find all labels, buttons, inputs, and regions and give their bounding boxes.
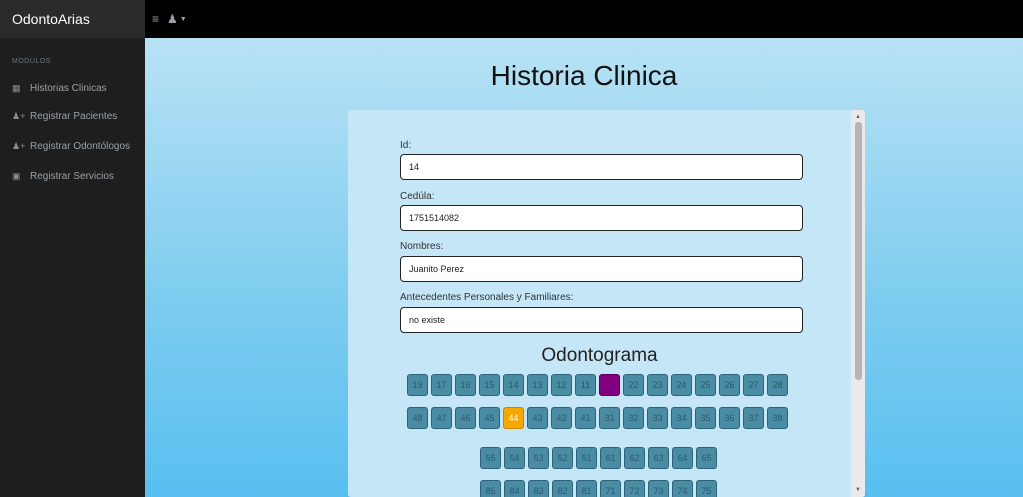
clipboard-icon: ▣ (12, 171, 21, 181)
tooth-55[interactable]: 55 (480, 447, 501, 469)
sidebar-item-historias-clinicas[interactable]: ▦ Historias Clinicas (12, 83, 107, 94)
antecedentes-field[interactable] (400, 307, 803, 333)
tooth-28[interactable]: 28 (767, 374, 788, 396)
tooth-41[interactable]: 41 (575, 407, 596, 429)
sidebar-item-registrar-servicios[interactable]: ▣ Registrar Servicios (12, 171, 114, 182)
tooth-22[interactable]: 22 (623, 374, 644, 396)
brand-logo[interactable]: OdontoArias (0, 0, 145, 38)
sidebar-item-label: Registrar Pacientes (30, 111, 118, 122)
tooth-26[interactable]: 26 (719, 374, 740, 396)
nombres-field[interactable] (400, 256, 803, 282)
antecedentes-label: Antecedentes Personales y Familiares: (400, 292, 574, 303)
tooth-33[interactable]: 33 (647, 407, 668, 429)
tooth-43[interactable]: 43 (527, 407, 548, 429)
tooth-27[interactable]: 27 (743, 374, 764, 396)
tooth-74[interactable]: 74 (672, 480, 693, 497)
top-navbar: OdontoArias ≡ ♟ ▼ (0, 0, 1023, 38)
tooth-42[interactable]: 42 (551, 407, 572, 429)
sidebar-item-label: Registrar Servicios (30, 171, 114, 182)
sidebar: MODULOS ▦ Historias Clinicas ♟+ Registra… (0, 38, 145, 497)
main-content: Historia Clinica Id: Cedúla: Nombres: An… (145, 38, 1023, 497)
tooth-16[interactable]: 16 (455, 374, 476, 396)
nombres-label: Nombres: (400, 241, 444, 252)
tooth-47[interactable]: 47 (431, 407, 452, 429)
tooth-17[interactable]: 17 (431, 374, 452, 396)
tooth-48[interactable]: 48 (407, 407, 428, 429)
tooth-24[interactable]: 24 (671, 374, 692, 396)
id-label: Id: (400, 140, 412, 151)
user-add-icon: ♟+ (12, 141, 26, 151)
calendar-icon: ▦ (12, 83, 21, 93)
historia-form-panel: Id: Cedúla: Nombres: Antecedentes Person… (348, 110, 865, 497)
teeth-row-deciduous-upper: 55 54 53 52 51 61 62 63 64 65 (480, 447, 717, 469)
tooth-54[interactable]: 54 (504, 447, 525, 469)
tooth-46[interactable]: 46 (455, 407, 476, 429)
tooth-83[interactable]: 83 (528, 480, 549, 497)
scroll-thumb[interactable] (855, 122, 862, 380)
cedula-field[interactable] (400, 205, 803, 231)
tooth-19[interactable]: 19 (407, 374, 428, 396)
sidebar-item-registrar-odontologos[interactable]: ♟+ Registrar Odontólogos (12, 141, 130, 152)
page-title: Historia Clinica (490, 60, 678, 91)
teeth-row-deciduous-lower: 85 84 83 82 81 71 72 73 74 75 (480, 480, 717, 497)
tooth-21[interactable]: 21 (599, 374, 620, 396)
tooth-65[interactable]: 65 (696, 447, 717, 469)
tooth-44[interactable]: 44 (503, 407, 524, 429)
tooth-51[interactable]: 51 (576, 447, 597, 469)
tooth-63[interactable]: 63 (648, 447, 669, 469)
tooth-53[interactable]: 53 (528, 447, 549, 469)
sidebar-section-label: MODULOS (12, 58, 51, 65)
tooth-35[interactable]: 35 (695, 407, 716, 429)
panel-scrollbar[interactable]: ▲ ▼ (851, 110, 865, 497)
cedula-label: Cedúla: (400, 191, 435, 202)
user-icon: ♟ (167, 12, 178, 26)
tooth-37[interactable]: 37 (743, 407, 764, 429)
teeth-row-permanent-upper: 19 17 16 15 14 13 12 11 21 22 23 24 25 26 27 28 (407, 374, 788, 396)
odontograma-title: Odontograma (541, 345, 658, 366)
tooth-32[interactable]: 32 (623, 407, 644, 429)
tooth-71[interactable]: 71 (600, 480, 621, 497)
tooth-64[interactable]: 64 (672, 447, 693, 469)
tooth-13[interactable]: 13 (527, 374, 548, 396)
tooth-12[interactable]: 12 (551, 374, 572, 396)
id-field[interactable] (400, 154, 803, 180)
tooth-34[interactable]: 34 (671, 407, 692, 429)
scroll-down-icon[interactable]: ▼ (851, 485, 865, 495)
tooth-15[interactable]: 15 (479, 374, 500, 396)
tooth-62[interactable]: 62 (624, 447, 645, 469)
tooth-85[interactable]: 85 (480, 480, 501, 497)
chevron-down-icon: ▼ (179, 15, 187, 23)
user-menu[interactable]: ♟ ▼ (167, 12, 187, 26)
tooth-11[interactable]: 11 (575, 374, 596, 396)
tooth-31[interactable]: 31 (599, 407, 620, 429)
teeth-row-permanent-lower: 48 47 46 45 44 43 42 41 31 32 33 34 35 36 37 38 (407, 407, 788, 429)
tooth-52[interactable]: 52 (552, 447, 573, 469)
sidebar-item-label: Historias Clinicas (30, 83, 107, 94)
tooth-82[interactable]: 82 (552, 480, 573, 497)
tooth-81[interactable]: 81 (576, 480, 597, 497)
menu-toggle-icon[interactable]: ≡ (152, 12, 159, 26)
sidebar-item-label: Registrar Odontólogos (30, 141, 131, 152)
tooth-72[interactable]: 72 (624, 480, 645, 497)
tooth-23[interactable]: 23 (647, 374, 668, 396)
tooth-45[interactable]: 45 (479, 407, 500, 429)
tooth-14[interactable]: 14 (503, 374, 524, 396)
tooth-73[interactable]: 73 (648, 480, 669, 497)
tooth-25[interactable]: 25 (695, 374, 716, 396)
tooth-61[interactable]: 61 (600, 447, 621, 469)
tooth-36[interactable]: 36 (719, 407, 740, 429)
scroll-up-icon[interactable]: ▲ (851, 112, 865, 122)
user-add-icon: ♟+ (12, 111, 26, 121)
sidebar-item-registrar-pacientes[interactable]: ♟+ Registrar Pacientes (12, 111, 117, 122)
tooth-84[interactable]: 84 (504, 480, 525, 497)
tooth-75[interactable]: 75 (696, 480, 717, 497)
tooth-38[interactable]: 38 (767, 407, 788, 429)
